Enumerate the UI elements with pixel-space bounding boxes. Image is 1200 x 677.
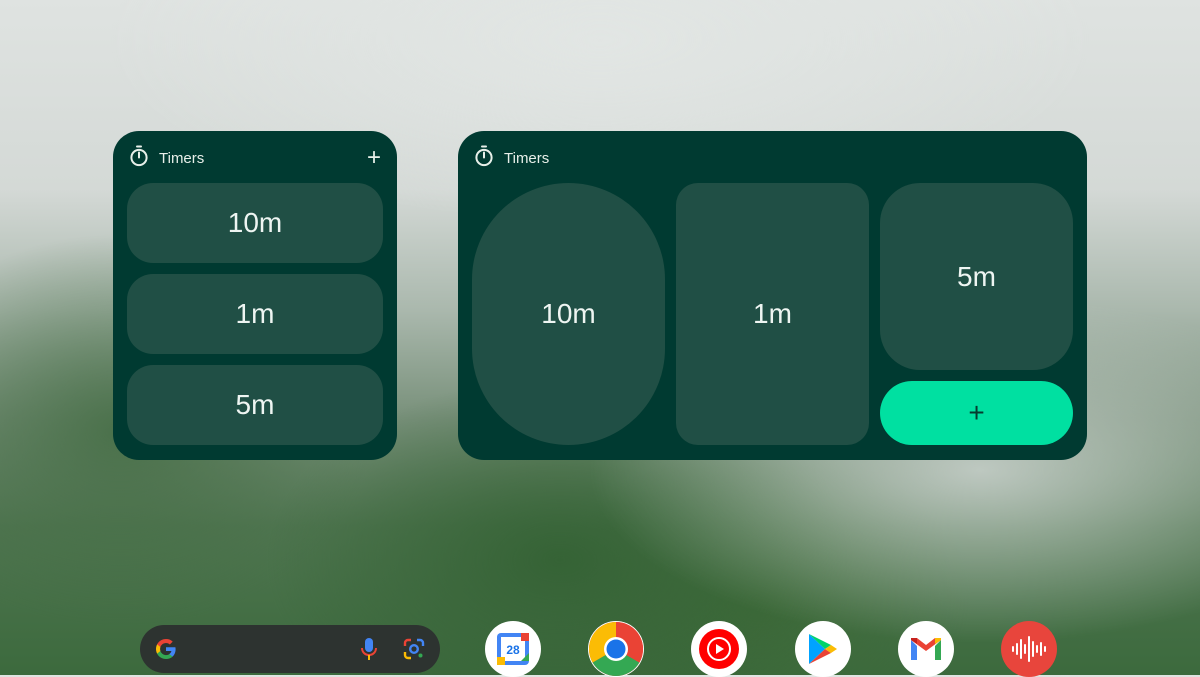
chrome-app-icon[interactable] <box>588 621 644 677</box>
calendar-app-icon[interactable]: 28 <box>485 621 541 677</box>
add-timer-button[interactable]: + <box>367 146 381 170</box>
timer-preset-button[interactable]: 10m <box>472 183 665 445</box>
add-timer-button[interactable]: + <box>880 381 1073 445</box>
plus-icon: + <box>968 397 985 428</box>
widget-header: Timers + <box>129 145 381 171</box>
google-g-icon <box>154 637 178 666</box>
widget-title: Timers <box>159 149 205 167</box>
timer-preset-button[interactable]: 5m <box>127 365 383 445</box>
stopwatch-icon <box>129 145 149 172</box>
search-bar[interactable] <box>140 625 440 673</box>
microphone-icon[interactable] <box>360 637 378 666</box>
recorder-app-icon[interactable] <box>1001 621 1057 677</box>
timer-preset-button[interactable]: 5m <box>880 183 1073 370</box>
timers-widget-large: Timers 10m 1m 5m + <box>458 131 1087 460</box>
youtube-music-app-icon[interactable] <box>691 621 747 677</box>
timer-preset-button[interactable]: 1m <box>676 183 869 445</box>
gmail-app-icon[interactable] <box>898 621 954 677</box>
timer-preset-button[interactable]: 10m <box>127 183 383 263</box>
widget-header: Timers <box>474 145 1071 171</box>
widget-title: Timers <box>504 149 550 167</box>
calendar-day: 28 <box>506 643 520 657</box>
timer-preset-button[interactable]: 1m <box>127 274 383 354</box>
google-lens-icon[interactable] <box>402 637 426 666</box>
stopwatch-icon <box>474 145 494 172</box>
timers-widget-small: Timers + 10m 1m 5m <box>113 131 397 460</box>
play-store-app-icon[interactable] <box>795 621 851 677</box>
